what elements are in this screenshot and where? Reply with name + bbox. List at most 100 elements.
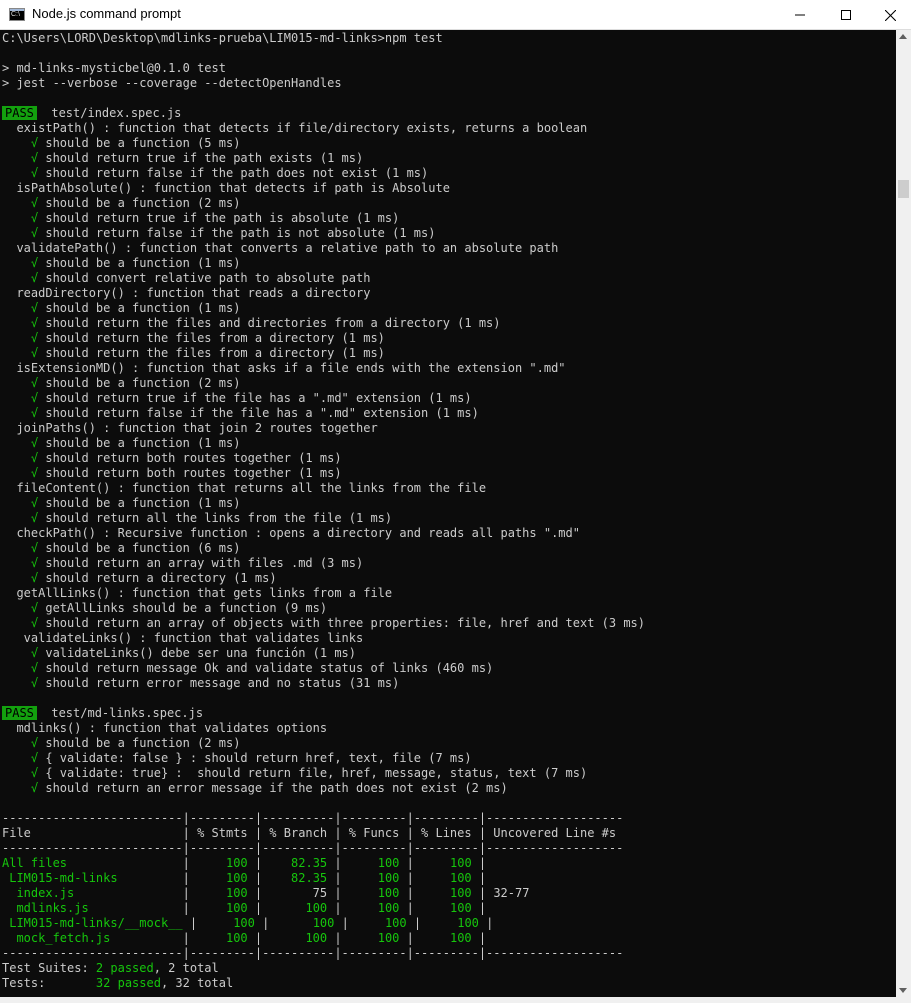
terminal-text: √	[2, 736, 39, 750]
scrollbar-thumb[interactable]	[898, 180, 909, 198]
terminal-text: |	[247, 856, 292, 870]
terminal-text: |	[74, 886, 226, 900]
terminal-text: |	[471, 856, 624, 870]
terminal-text: should be a function (1 ms)	[38, 256, 241, 270]
terminal-line: √ should be a function (2 ms)	[2, 736, 241, 751]
terminal-line: validateLinks() : function that validate…	[2, 631, 364, 646]
terminal-line: mock_fetch.js | 100 | 100 | 100 | 100 |	[2, 931, 623, 946]
terminal-line: √ should return false if the path is not…	[2, 226, 436, 241]
terminal-text: 100	[377, 856, 400, 870]
terminal-line: -------------------------|---------|----…	[2, 841, 623, 856]
terminal-line: √ should return message Ok and validate …	[2, 661, 493, 676]
terminal-text: |	[247, 871, 292, 885]
terminal-text: test/index.spec.js	[36, 106, 182, 120]
terminal-line: √ should return both routes together (1 …	[2, 466, 342, 481]
terminal-text: LIM015-md-links	[2, 871, 118, 885]
terminal-text: √	[2, 271, 39, 285]
terminal-text: should return all the links from the fil…	[38, 511, 393, 525]
terminal-text: should be a function (2 ms)	[38, 196, 241, 210]
terminal-text: isPathAbsolute() : function that detects…	[2, 181, 450, 195]
terminal-text: validatePath() : function that converts …	[2, 241, 559, 255]
terminal-text: √	[2, 616, 39, 630]
terminal-line: > md-links-mysticbel@0.1.0 test	[2, 61, 226, 76]
terminal-text: validateLinks() debe ser una función (1 …	[38, 646, 357, 660]
close-icon	[884, 9, 896, 21]
terminal-line: All files | 100 | 82.35 | 100 | 100 |	[2, 856, 623, 871]
terminal-line: √ should return a directory (1 ms)	[2, 571, 277, 586]
terminal-text: Test Suites:	[2, 961, 96, 975]
terminal-text: √	[2, 451, 39, 465]
pass-badge: PASS	[2, 106, 37, 120]
terminal-text: should be a function (1 ms)	[38, 301, 241, 315]
maximize-button[interactable]	[823, 0, 869, 30]
terminal-text: |	[334, 916, 385, 930]
terminal-text: should be a function (1 ms)	[38, 496, 241, 510]
terminal-text: should return message Ok and validate st…	[38, 661, 494, 675]
terminal-text: should be a function (2 ms)	[38, 376, 241, 390]
terminal-text: √	[2, 541, 39, 555]
terminal-line: √ should be a function (2 ms)	[2, 376, 241, 391]
terminal-text: validateLinks() : function that validate…	[2, 631, 364, 645]
terminal-line: √ should return an array with files .md …	[2, 556, 363, 571]
pass-badge: PASS	[2, 706, 37, 720]
terminal-text: |	[182, 916, 234, 930]
terminal-text: √	[2, 496, 39, 510]
terminal-text: | 32-77	[471, 886, 624, 900]
terminal-text: , 2 total	[153, 961, 219, 975]
terminal-line: readDirectory() : function that reads a …	[2, 286, 370, 301]
terminal-text: 100	[225, 931, 248, 945]
terminal-text: √	[2, 556, 39, 570]
terminal-text: √	[2, 676, 39, 690]
scroll-down-arrow-icon[interactable]	[899, 988, 907, 993]
scroll-up-arrow-icon[interactable]	[899, 34, 907, 39]
minimize-icon	[795, 14, 805, 16]
terminal-text: |	[478, 916, 631, 930]
terminal-line: LIM015-md-links | 100 | 82.35 | 100 | 10…	[2, 871, 623, 886]
terminal-text: √	[2, 601, 39, 615]
terminal-text: |	[88, 901, 226, 915]
terminal-text: C:\Users\LORD\Desktop\mdlinks-prueba\LIM…	[2, 31, 443, 45]
terminal-line: √ should return an array of objects with…	[2, 616, 645, 631]
terminal-text: 100	[450, 856, 472, 870]
terminal-line: > jest --verbose --coverage --detectOpen…	[2, 76, 342, 91]
terminal-text: |	[327, 901, 378, 915]
terminal-text: mdlinks.js	[2, 901, 89, 915]
terminal-line: √ should convert relative path to absolu…	[2, 271, 371, 286]
terminal-line: existPath() : function that detects if f…	[2, 121, 587, 136]
terminal-text: should convert relative path to absolute…	[38, 271, 371, 285]
minimize-button[interactable]	[777, 0, 823, 30]
title-bar[interactable]: C:\ Node.js command prompt	[0, 0, 911, 30]
terminal-line: √ should return both routes together (1 …	[2, 451, 342, 466]
console-app-icon[interactable]: C:\	[9, 8, 25, 21]
terminal-text: |	[327, 856, 378, 870]
terminal-text: 100	[377, 931, 400, 945]
terminal-line: √ should be a function (6 ms)	[2, 541, 241, 556]
terminal-output[interactable]: C:\Users\LORD\Desktop\mdlinks-prueba\LIM…	[0, 30, 896, 997]
terminal-text: readDirectory() : function that reads a …	[2, 286, 371, 300]
terminal-line: √ should return an error message if the …	[2, 781, 508, 796]
terminal-text: test/md-links.spec.js	[36, 706, 204, 720]
terminal-text: should be a function (6 ms)	[38, 541, 241, 555]
terminal-text: |	[327, 871, 378, 885]
terminal-text: |	[399, 931, 450, 945]
terminal-text: |	[247, 931, 306, 945]
terminal-line: √ should return the files from a directo…	[2, 331, 385, 346]
terminal-text: LIM015-md-links/__mock__	[2, 916, 183, 930]
terminal-text: getAllLinks() : function that gets links…	[2, 586, 393, 600]
terminal-text: √	[2, 316, 39, 330]
window-title: Node.js command prompt	[32, 6, 181, 21]
vertical-scrollbar[interactable]	[896, 30, 911, 997]
terminal-text: checkPath() : Recursive function : opens…	[2, 526, 580, 540]
close-button[interactable]	[867, 0, 911, 30]
terminal-text: 100	[225, 886, 248, 900]
terminal-line: getAllLinks() : function that gets links…	[2, 586, 392, 601]
terminal-text: should return false if the path does not…	[38, 166, 429, 180]
maximize-icon	[841, 10, 851, 20]
terminal-text: √	[2, 406, 39, 420]
terminal-text: 100	[450, 901, 472, 915]
terminal-text: 82.35	[291, 871, 328, 885]
terminal-line: isPathAbsolute() : function that detects…	[2, 181, 450, 196]
terminal-text: |	[399, 886, 450, 900]
terminal-line: PASS test/index.spec.js	[2, 106, 181, 121]
terminal-text: |	[254, 916, 313, 930]
